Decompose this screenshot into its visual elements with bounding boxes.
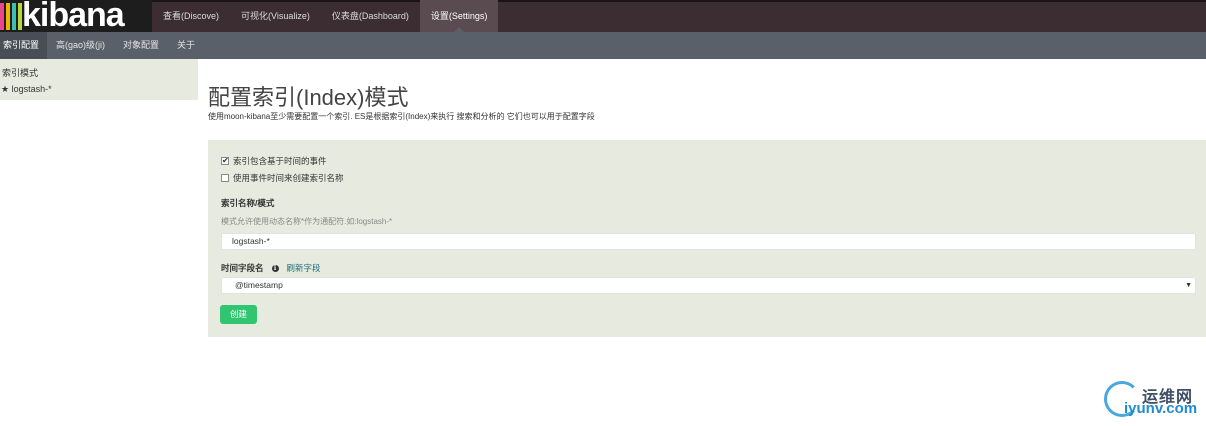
subnav-index-patterns[interactable]: 索引配置: [0, 32, 48, 59]
event-time-checkbox-row[interactable]: 使用事件时间来创建索引名称: [221, 172, 344, 184]
index-name-hint: 模式允许使用动态名称*作为通配符.如:logstash-*: [221, 217, 393, 226]
nav-visualize[interactable]: 可视化(Visualize): [230, 0, 321, 32]
index-pattern-form: ✔ 索引包含基于时间的事件 使用事件时间来创建索引名称 索引名称/模式 模式允许…: [208, 140, 1206, 337]
time-based-checkbox[interactable]: ✔: [221, 157, 229, 165]
nav-dashboard[interactable]: 仪表盘(Dashboard): [321, 0, 420, 32]
sidebar-item-logstash[interactable]: ★ logstash-*: [1, 84, 52, 95]
kibana-logo[interactable]: kibana: [0, 0, 152, 34]
watermark: 运维网 iyunv.com: [1100, 377, 1206, 422]
time-field-label: 时间字段名: [221, 263, 264, 273]
info-icon[interactable]: i: [271, 264, 279, 272]
subnav-objects[interactable]: 对象配置: [114, 32, 168, 59]
time-field-select[interactable]: @timestamp ▼: [221, 277, 1196, 294]
page-description: 使用moon-kibana至少需要配置一个索引. ES是根据索引(Index)来…: [208, 112, 595, 121]
subnav-advanced[interactable]: 高(gao)级(ji): [47, 32, 114, 59]
index-name-label: 索引名称/模式: [221, 198, 275, 208]
main-nav: 查看(Discove) 可视化(Visualize) 仪表盘(Dashboard…: [152, 0, 499, 32]
time-field-row: 时间字段名 i 刷新字段: [221, 262, 321, 274]
subnav-about[interactable]: 关于: [168, 32, 204, 59]
logo-stripe-pink: [0, 3, 4, 30]
star-icon: ★: [1, 84, 10, 94]
logo-text: kibana: [22, 0, 125, 34]
top-navbar: kibana 查看(Discove) 可视化(Visualize) 仪表盘(Da…: [0, 0, 1206, 34]
settings-subnav: 索引配置 高(gao)级(ji) 对象配置 关于: [0, 32, 1206, 59]
logo-stripe-yellow: [6, 3, 10, 30]
page-title: 配置索引(Index)模式: [208, 85, 409, 110]
logo-stripe-teal: [12, 3, 16, 30]
dropdown-arrow-icon: ▼: [1185, 282, 1192, 289]
logo-stripes: [0, 3, 24, 30]
watermark-en: iyunv.com: [1124, 400, 1198, 417]
refresh-fields-link[interactable]: 刷新字段: [287, 262, 321, 274]
index-name-input[interactable]: logstash-*: [221, 233, 1196, 250]
nav-discover[interactable]: 查看(Discove): [152, 0, 230, 32]
time-based-checkbox-row[interactable]: ✔ 索引包含基于时间的事件: [221, 155, 327, 167]
time-based-label: 索引包含基于时间的事件: [233, 156, 327, 166]
time-field-value: @timestamp: [235, 280, 283, 290]
event-time-checkbox[interactable]: [221, 174, 229, 182]
event-time-label: 使用事件时间来创建索引名称: [233, 173, 344, 183]
create-button[interactable]: 创建: [220, 305, 257, 324]
nav-settings[interactable]: 设置(Settings): [419, 0, 499, 32]
index-pattern-sidebar: 索引模式 ★ logstash-*: [0, 59, 198, 100]
sidebar-item-label: logstash-*: [11, 84, 52, 94]
sidebar-title: 索引模式: [2, 68, 39, 78]
